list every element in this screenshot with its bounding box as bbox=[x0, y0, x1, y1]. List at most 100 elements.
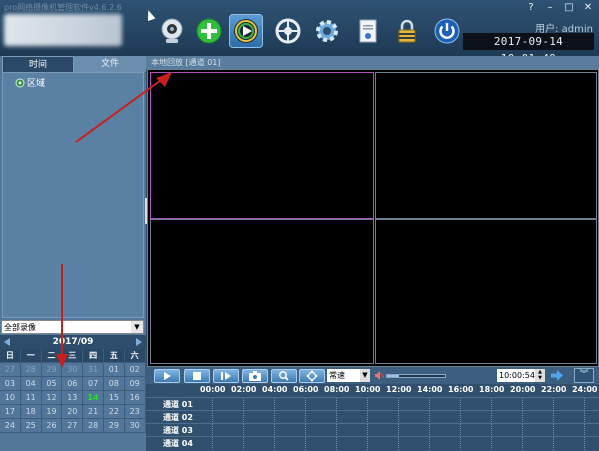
video-cell-4[interactable] bbox=[375, 219, 597, 364]
calendar-day[interactable]: 08 bbox=[103, 377, 125, 391]
volume-fill bbox=[387, 375, 399, 377]
calendar-week-row: 10 11 12 13 14 15 16 bbox=[0, 391, 146, 405]
time-tick-label: 08:00 bbox=[324, 385, 350, 394]
tree-node-label: 区域 bbox=[27, 79, 46, 89]
calendar-day[interactable]: 24 bbox=[0, 419, 21, 433]
calendar-day[interactable]: 23 bbox=[124, 405, 146, 419]
calendar-day[interactable]: 16 bbox=[124, 391, 146, 405]
time-tick-label: 00:00 bbox=[200, 385, 226, 394]
calendar-day[interactable]: 11 bbox=[20, 391, 42, 405]
play-icon bbox=[164, 372, 171, 380]
calendar-day[interactable]: 21 bbox=[83, 405, 104, 419]
time-tick-label: 02:00 bbox=[231, 385, 257, 394]
calendar-day[interactable]: 15 bbox=[103, 391, 125, 405]
calendar-day[interactable]: 27 bbox=[62, 419, 84, 433]
timeline-channel-row[interactable]: 通道 03 bbox=[146, 423, 599, 437]
record-type-select[interactable]: 全部录像 ▼ bbox=[1, 320, 144, 334]
playback-button[interactable] bbox=[229, 14, 263, 48]
close-button[interactable]: ✕ bbox=[581, 2, 595, 14]
video-cell-3[interactable] bbox=[150, 219, 374, 364]
calendar-day[interactable]: 06 bbox=[62, 377, 84, 391]
timeline-channel-row[interactable]: 通道 01 bbox=[146, 397, 599, 411]
timeline-channel-label: 通道 04 bbox=[163, 439, 193, 448]
timeline-channel-label: 通道 02 bbox=[163, 413, 193, 422]
volume-slider[interactable] bbox=[386, 374, 446, 378]
time-tick-label: 16:00 bbox=[448, 385, 474, 394]
calendar-day[interactable]: 03 bbox=[0, 377, 21, 391]
timeline-channel-row[interactable]: 通道 04 bbox=[146, 436, 599, 450]
maximize-button[interactable]: □ bbox=[562, 2, 576, 14]
tree-node-area[interactable]: 区域 bbox=[15, 76, 45, 89]
add-device-button[interactable] bbox=[192, 14, 226, 48]
calendar-day[interactable]: 09 bbox=[124, 377, 146, 391]
speed-select[interactable]: 常速 ▼ bbox=[327, 369, 370, 382]
calendar-day[interactable]: 20 bbox=[62, 405, 84, 419]
calendar-day[interactable]: 04 bbox=[20, 377, 42, 391]
time-tick-label: 12:00 bbox=[386, 385, 412, 394]
calendar-day[interactable]: 22 bbox=[103, 405, 125, 419]
calendar-day[interactable]: 29 bbox=[103, 419, 125, 433]
chevron-down-icon: ▼ bbox=[360, 369, 370, 382]
calendar-day[interactable]: 17 bbox=[0, 405, 21, 419]
timeline-channel-label: 通道 01 bbox=[163, 400, 193, 409]
calendar-day[interactable]: 25 bbox=[20, 419, 42, 433]
calendar-day[interactable]: 07 bbox=[83, 377, 104, 391]
calendar-day[interactable]: 12 bbox=[41, 391, 63, 405]
playback-controls: 常速 ▼ 10:00:54 ▲ ▼ ︾ bbox=[146, 367, 599, 384]
calendar-weekday-row: 日一二三四五六 bbox=[0, 349, 146, 363]
calendar-day[interactable]: 31 bbox=[83, 363, 104, 377]
calendar-weekday: 四 bbox=[83, 349, 104, 363]
time-ruler: 00:00 02:00 04:00 06:00 08:00 10:00 12:00 14:00… bbox=[146, 384, 599, 397]
calendar-day[interactable]: 05 bbox=[41, 377, 63, 391]
fullscreen-button[interactable] bbox=[299, 369, 325, 383]
webcam-icon bbox=[161, 18, 183, 43]
minimize-button[interactable]: – bbox=[543, 2, 557, 14]
calendar-day[interactable]: 28 bbox=[20, 363, 42, 377]
calendar-weekday: 日 bbox=[0, 349, 21, 363]
tab-time[interactable]: 时间 bbox=[2, 56, 74, 72]
calendar-weekday: 五 bbox=[103, 349, 125, 363]
timeline: 00:00 02:00 04:00 06:00 08:00 10:00 12:00 14:00… bbox=[146, 384, 599, 451]
collapse-timeline-button[interactable]: ︾ bbox=[574, 368, 594, 383]
arrow-right-icon[interactable] bbox=[550, 369, 564, 382]
calendar-day[interactable]: 30 bbox=[124, 419, 146, 433]
camera-button[interactable] bbox=[155, 14, 189, 48]
camera-icon bbox=[249, 371, 261, 381]
calendar-day[interactable]: 14 bbox=[83, 391, 104, 405]
move-arrows-icon bbox=[306, 370, 318, 382]
snapshot-button[interactable] bbox=[242, 369, 268, 383]
video-cell-2[interactable] bbox=[375, 72, 597, 219]
calendar-day[interactable]: 13 bbox=[62, 391, 84, 405]
video-cell-1[interactable] bbox=[150, 72, 374, 219]
calendar-day[interactable]: 28 bbox=[83, 419, 104, 433]
stop-button[interactable] bbox=[184, 369, 210, 383]
calendar-day[interactable]: 02 bbox=[124, 363, 146, 377]
timeline-channel-row[interactable]: 通道 02 bbox=[146, 410, 599, 424]
power-button[interactable] bbox=[430, 14, 464, 48]
timeline-gridline bbox=[367, 437, 368, 450]
log-button[interactable] bbox=[351, 14, 385, 48]
time-tick-label: 24:00 bbox=[572, 385, 598, 394]
calendar-day[interactable]: 19 bbox=[41, 405, 63, 419]
next-month-icon[interactable] bbox=[136, 338, 142, 346]
lock-icon bbox=[398, 19, 416, 43]
calendar-day[interactable]: 18 bbox=[20, 405, 42, 419]
help-button[interactable]: ? bbox=[524, 2, 538, 14]
speaker-icon[interactable] bbox=[374, 370, 385, 381]
time-spinner[interactable]: ▲ ▼ bbox=[535, 369, 545, 382]
timeline-gridline bbox=[305, 437, 306, 450]
calendar-day[interactable]: 10 bbox=[0, 391, 21, 405]
timeline-channel-label: 通道 03 bbox=[163, 426, 193, 435]
calendar-day[interactable]: 26 bbox=[41, 419, 63, 433]
settings-button[interactable] bbox=[310, 14, 344, 48]
ptz-button[interactable] bbox=[271, 14, 305, 48]
zoom-button[interactable] bbox=[271, 369, 297, 383]
lock-button[interactable] bbox=[390, 14, 424, 48]
calendar-day[interactable]: 27 bbox=[0, 363, 21, 377]
speed-value: 常速 bbox=[329, 371, 345, 380]
step-forward-button[interactable] bbox=[213, 369, 239, 383]
calendar-week-row: 03 04 05 06 07 08 09 bbox=[0, 377, 146, 391]
play-button[interactable] bbox=[154, 369, 180, 383]
calendar-day[interactable]: 01 bbox=[103, 363, 125, 377]
calendar-week-row: 27 28 29 30 31 01 02 bbox=[0, 363, 146, 377]
